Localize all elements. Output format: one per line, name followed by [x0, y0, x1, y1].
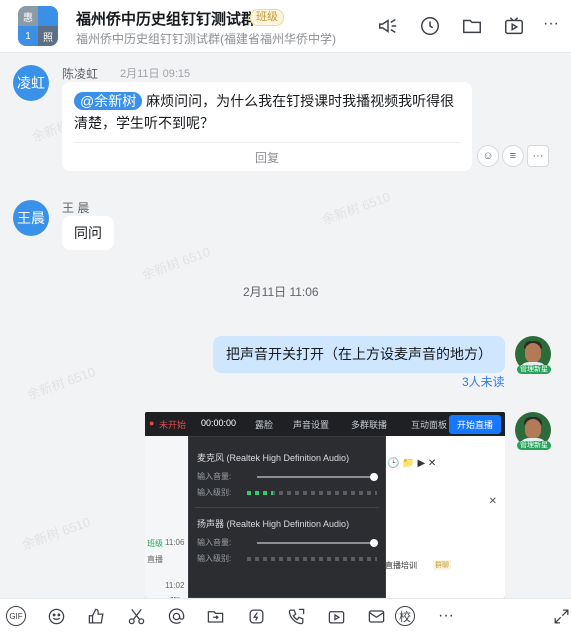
sender-name: 陈凌虹	[62, 67, 99, 81]
message-line: 清楚，学生听不到呢？	[74, 115, 214, 131]
group-avatar[interactable]: 惠 1 照	[18, 6, 58, 46]
live-timer: 00:00:00	[201, 418, 237, 428]
thumbs-up-icon[interactable]	[85, 605, 107, 627]
folder-icon[interactable]	[461, 15, 483, 37]
watermark: 余新树 6510	[319, 189, 393, 228]
flash-icon[interactable]	[245, 605, 267, 627]
watermark: 余新树 6510	[139, 244, 213, 283]
avatar[interactable]: 王晨	[13, 200, 49, 236]
group-title[interactable]: 福州侨中历史组钉钉测试群	[76, 8, 256, 29]
message-line: 麻烦问问，为什么我在钉授课时我播视频我听得很	[146, 93, 455, 109]
megaphone-icon[interactable]	[377, 15, 399, 37]
watermark: 余新树 6510	[19, 514, 93, 553]
mic-label: 麦克风 (Realtek High Definition Audio)	[197, 453, 350, 463]
mic-level-active	[247, 491, 273, 495]
avatar[interactable]: 凌虹	[13, 65, 49, 101]
message-bubble[interactable]: 同问	[62, 216, 114, 250]
bubble-divider	[74, 142, 460, 143]
speaker-level-meter	[247, 557, 377, 561]
more-icon[interactable]: ···	[435, 605, 457, 627]
clock-icon[interactable]	[419, 15, 441, 37]
mail-icon[interactable]	[365, 605, 387, 627]
menu-sound: 声音设置	[293, 420, 330, 430]
gif-icon[interactable]: GIF	[6, 606, 26, 626]
unread-count[interactable]: 3人未读	[462, 373, 505, 390]
school-icon[interactable]: 校	[395, 606, 415, 626]
sender-name: 王 晨	[62, 201, 90, 215]
emoji-reaction-icon[interactable]: ☺	[477, 145, 499, 167]
comment-icon[interactable]: ≡	[502, 145, 524, 167]
speaker-volume-slider	[257, 539, 378, 547]
audio-settings-panel: 麦克风 (Realtek High Definition Audio) 输入音量…	[188, 436, 386, 598]
speaker-label: 扬声器 (Realtek High Definition Audio)	[197, 519, 350, 529]
input-level-label: 输入级别:	[197, 488, 232, 497]
more-icon[interactable]: ···	[527, 145, 549, 167]
live-toolbar: ● 未开始 00:00:00 露脸 声音设置 多群联播 互动面板 开始直播	[145, 412, 505, 436]
at-icon[interactable]	[165, 605, 187, 627]
video-icon[interactable]	[503, 15, 525, 37]
input-level-label: 输入级别:	[197, 554, 232, 563]
menu-camera: 露脸	[255, 420, 274, 430]
message-time: 2月11日 09:15	[120, 68, 191, 80]
group-avatar-cell: 1	[18, 26, 38, 46]
watermark: 余新树 6510	[24, 364, 98, 403]
my-message-bubble[interactable]: 把声音开关打开（在上方设麦声音的地方）	[213, 336, 505, 373]
message-bubble[interactable]: @余新树 麻烦问问，为什么我在钉授课时我播视频我听得很 清楚，学生听不到呢？ 回…	[62, 82, 472, 171]
scissors-icon[interactable]	[125, 605, 147, 627]
menu-panel: 互动面板	[411, 420, 448, 430]
expand-icon[interactable]	[550, 605, 571, 627]
screenshot-chat-list: 班级 11:06 直播 11:02 频道 48	[145, 436, 190, 598]
mic-volume-slider	[257, 473, 378, 481]
chat-header: 惠 1 照 福州侨中历史组钉钉测试群 班级 福州侨中历史组钉钉测试群(福建省福州…	[0, 0, 571, 53]
admin-tag: 管理新星	[517, 441, 551, 450]
video-play-icon[interactable]	[325, 605, 347, 627]
start-live-button: 开始直播	[448, 415, 501, 434]
class-badge: 班级	[250, 9, 284, 26]
phone-icon[interactable]	[285, 605, 307, 627]
group-subtitle: 福州侨中历史组钉钉测试群(福建省福州华侨中学)	[76, 32, 336, 46]
live-status: 未开始	[159, 420, 187, 430]
screenshot-chat-pane: 🕒 📁 ▶ ✕ ✕ 直播培训 群聊	[383, 436, 505, 598]
input-volume-label: 输入音量:	[197, 472, 232, 481]
reply-button[interactable]: 回复	[255, 147, 279, 169]
mention-tag[interactable]: @余新树	[74, 92, 143, 110]
more-icon[interactable]: ···	[540, 15, 562, 37]
record-icon: ●	[149, 418, 155, 428]
group-avatar-cell	[38, 6, 58, 26]
input-toolbar: GIF 校 ···	[0, 598, 571, 633]
admin-tag: 管理新星	[517, 365, 551, 374]
group-avatar-cell: 惠	[18, 6, 38, 26]
input-volume-label: 输入音量:	[197, 538, 232, 547]
time-divider: 2月11日 11:06	[243, 285, 319, 299]
group-avatar-cell: 照	[38, 26, 58, 46]
menu-multi: 多群联播	[351, 420, 388, 430]
folder-send-icon[interactable]	[204, 605, 226, 627]
emoji-icon[interactable]	[45, 605, 67, 627]
screenshot-image[interactable]: ● 未开始 00:00:00 露脸 声音设置 多群联播 互动面板 开始直播 班级…	[145, 412, 505, 598]
chat-area[interactable]: 余新树 6510 余新树 6510 余新树 6510 余新树 6510 余新树 …	[0, 53, 571, 598]
message-text: @余新树 麻烦问问，为什么我在钉授课时我播视频我听得很	[74, 90, 454, 112]
